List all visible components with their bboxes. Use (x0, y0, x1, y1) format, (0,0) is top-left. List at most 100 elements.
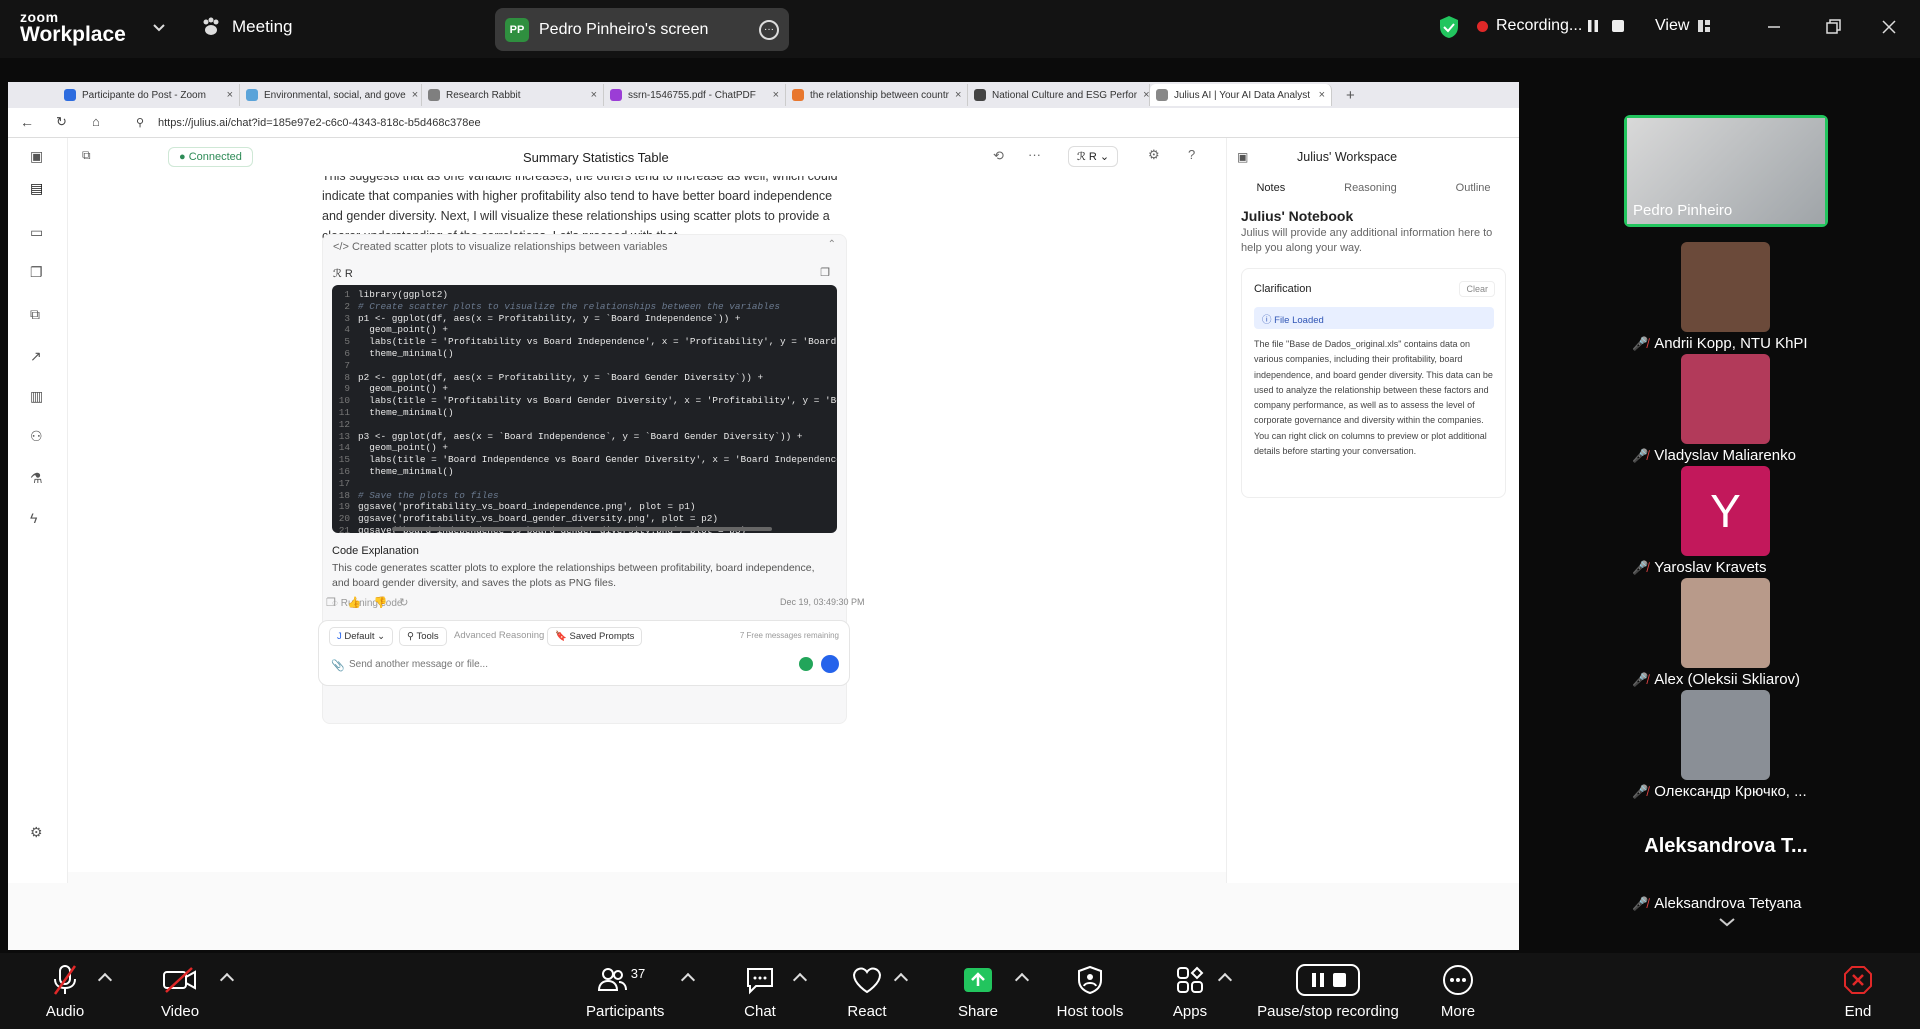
close-tab-icon[interactable]: × (227, 89, 233, 101)
users-icon[interactable]: ⚇ (30, 428, 46, 444)
site-info-icon[interactable]: ⚲ (136, 116, 144, 129)
participant-tile[interactable]: 🎤̸ Vladyslav Maliarenko (1624, 354, 1828, 466)
help-icon[interactable]: ? (1188, 147, 1195, 162)
close-tab-icon[interactable]: × (773, 89, 779, 101)
new-tab-icon[interactable]: + (1346, 87, 1355, 104)
audio-button[interactable]: Audio (40, 963, 90, 1020)
reload-icon[interactable]: ↻ (56, 114, 67, 130)
close-tab-icon[interactable]: × (591, 89, 597, 101)
restore-icon[interactable] (1822, 16, 1844, 38)
settings-icon[interactable]: ⚙ (1148, 147, 1160, 163)
video-options-icon[interactable] (219, 972, 235, 988)
flask-icon[interactable]: ⚗ (30, 470, 46, 486)
participants-button[interactable]: 37 Participants (586, 963, 664, 1021)
react-button[interactable]: React (845, 963, 889, 1020)
copy-code-icon[interactable]: ❐ (820, 266, 830, 279)
model-select[interactable]: J Default ⌄ (329, 627, 394, 646)
trend-icon[interactable]: ↗ (30, 348, 46, 364)
book-icon[interactable]: ▥ (30, 388, 46, 404)
browser-tab[interactable]: ssrn-1546755.pdf - ChatPDF × (604, 84, 786, 106)
chat-title[interactable]: Summary Statistics Table (523, 150, 669, 165)
advanced-reasoning-toggle[interactable]: Advanced Reasoning (447, 627, 551, 644)
retry-icon[interactable]: ↻ (399, 596, 408, 609)
view-button[interactable]: View (1655, 17, 1711, 35)
chat-icon[interactable]: ▤ (30, 180, 46, 196)
close-tab-icon[interactable]: × (1143, 89, 1149, 101)
participants-options-icon[interactable] (680, 972, 696, 988)
home-icon[interactable]: ⌂ (92, 114, 100, 129)
chat-button[interactable]: Chat (740, 963, 780, 1020)
browser-tab[interactable]: Environmental, social, and gove × (240, 84, 422, 106)
grammarly-icon[interactable] (799, 657, 813, 671)
browser-tab[interactable]: Research Rabbit × (422, 84, 604, 106)
apps-options-icon[interactable] (1217, 972, 1233, 988)
minimize-icon[interactable] (1763, 16, 1785, 38)
close-icon[interactable] (1878, 16, 1900, 38)
audio-options-icon[interactable] (97, 972, 113, 988)
stop-icon[interactable] (1610, 18, 1626, 34)
code-scrollbar[interactable] (392, 527, 772, 531)
send-button[interactable] (821, 655, 839, 673)
connected-badge[interactable]: ● Connected (168, 147, 253, 167)
tools-button[interactable]: ⚲ Tools (399, 627, 447, 646)
saved-prompts-button[interactable]: 🔖 Saved Prompts (547, 627, 643, 646)
close-tab-icon[interactable]: × (412, 89, 418, 101)
screen-share-pill[interactable]: PP Pedro Pinheiro's screen ··· (495, 8, 789, 51)
files-icon[interactable]: ❐ (30, 264, 46, 280)
message-icon[interactable]: ▭ (30, 224, 46, 240)
tools-icon: ⚲ (407, 631, 414, 642)
close-tab-icon[interactable]: × (1319, 89, 1325, 101)
copy-icon[interactable]: ⧉ (82, 148, 91, 163)
collapse-icon[interactable]: ⌃ (828, 239, 836, 250)
url-field[interactable]: https://julius.ai/chat?id=185e97e2-c6c0-… (158, 117, 481, 129)
more-icon[interactable]: ··· (1028, 147, 1041, 162)
pause-icon[interactable] (1585, 18, 1601, 34)
code-line: 15 labs(title = 'Board Independence vs B… (332, 454, 837, 466)
participant-tile[interactable]: 🎤̸ Олександр Крючко, ... (1624, 690, 1828, 802)
tab-reasoning[interactable]: Reasoning (1344, 182, 1397, 194)
host-tools-button[interactable]: Host tools (1053, 963, 1127, 1020)
browser-tab[interactable]: National Culture and ESG Perfor × (968, 84, 1150, 106)
tab-outline[interactable]: Outline (1456, 182, 1491, 194)
participant-tile[interactable]: Pedro Pinheiro (1624, 115, 1828, 227)
chat-options-icon[interactable] (792, 972, 808, 988)
more-button[interactable]: More (1436, 963, 1480, 1020)
settings-gear-icon[interactable]: ⚙ (30, 824, 46, 840)
chevron-down-icon[interactable] (152, 20, 166, 34)
apps-button[interactable]: Apps (1170, 963, 1210, 1020)
react-options-icon[interactable] (893, 972, 909, 988)
clear-button[interactable]: Clear (1459, 281, 1495, 297)
shield-check-icon[interactable] (1438, 15, 1460, 39)
share-options-icon[interactable] (1014, 972, 1030, 988)
bolt-icon[interactable]: ϟ (30, 510, 46, 526)
browser-tab[interactable]: the relationship between countr × (786, 84, 968, 106)
participant-tile[interactable]: 🎤̸ Alex (Oleksii Skliarov) (1624, 578, 1828, 690)
history-icon[interactable]: ⟲ (993, 148, 1004, 164)
thumbs-down-icon[interactable]: 👎 (374, 596, 388, 609)
meeting-button[interactable]: Meeting (200, 17, 292, 37)
pause-stop-recording-button[interactable]: Pause/stop recording (1248, 963, 1408, 1020)
participant-tile[interactable]: 🎤̸ Andrii Kopp, NTU KhPI (1624, 242, 1828, 354)
share-button[interactable]: Share (955, 963, 1001, 1020)
sidebar-toggle-icon[interactable]: ▣ (30, 148, 46, 164)
language-select[interactable]: ℛ R ⌄ (1068, 146, 1119, 167)
more-icon[interactable]: ··· (759, 19, 779, 40)
thumbs-up-icon[interactable]: 👍 (348, 596, 362, 609)
attach-icon[interactable]: 📎 (331, 659, 345, 672)
back-icon[interactable]: ← (20, 114, 34, 130)
tool-header[interactable]: </> Created scatter plots to visualize r… (333, 241, 667, 253)
message-input[interactable] (349, 659, 769, 670)
chevron-down-icon[interactable] (1717, 915, 1737, 929)
nodes-icon[interactable]: ⧉ (30, 306, 46, 322)
tab-notes[interactable]: Notes (1256, 182, 1285, 194)
participant-tile[interactable]: Y 🎤̸ Yaroslav Kravets (1624, 466, 1828, 578)
browser-tab-active[interactable]: Julius AI | Your AI Data Analyst × (1150, 84, 1332, 106)
participant-tile[interactable]: 🎤̸ Aleksandrova Tetyana (1624, 802, 1828, 914)
close-tab-icon[interactable]: × (955, 89, 961, 101)
copy-message-icon[interactable]: ❐ (326, 596, 336, 609)
video-button[interactable]: Video (155, 963, 205, 1020)
browser-tab[interactable]: Participante do Post - Zoom × (58, 84, 240, 106)
end-button[interactable]: End (1842, 963, 1874, 1020)
tab-label: Environmental, social, and gove (264, 89, 406, 101)
panel-toggle-icon[interactable]: ▣ (1237, 150, 1248, 164)
